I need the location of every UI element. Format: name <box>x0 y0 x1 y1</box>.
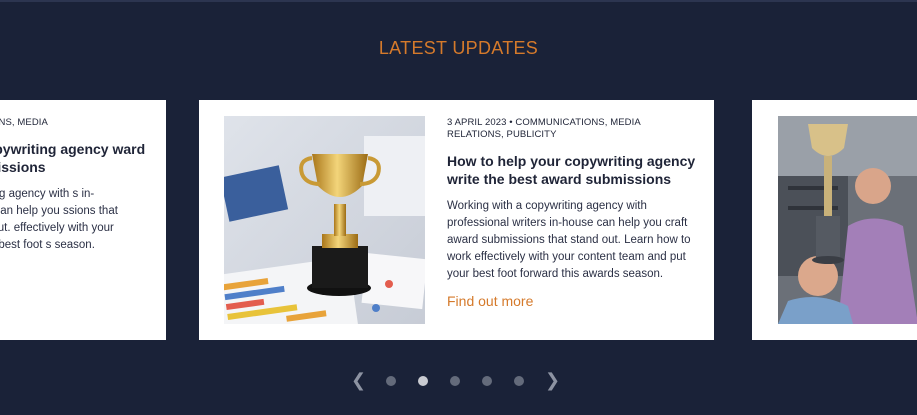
card-text: 3 APRIL 2023 • COMMUNICATIONS, MEDIA REL… <box>447 117 697 311</box>
card-image-celebration[interactable] <box>778 116 917 324</box>
card-image-trophy[interactable] <box>224 116 425 324</box>
carousel-dot-3[interactable] <box>450 376 460 386</box>
chevron-right-icon[interactable]: ❯ <box>545 372 560 390</box>
top-divider <box>0 0 917 2</box>
carousel-dot-4[interactable] <box>482 376 492 386</box>
card-headline[interactable]: How to help your copywriting agency writ… <box>447 152 697 188</box>
update-card-current: 3 APRIL 2023 • COMMUNICATIONS, MEDIA REL… <box>199 100 714 340</box>
team-celebrating-image <box>778 116 917 324</box>
update-card-next[interactable] <box>752 100 917 340</box>
card-headline[interactable]: ur copywriting agency ward submissions <box>0 140 166 176</box>
carousel-dot-1[interactable] <box>386 376 396 386</box>
carousel-dot-5[interactable] <box>514 376 524 386</box>
chevron-left-icon[interactable]: ❮ <box>351 372 366 390</box>
section-title: LATEST UPDATES <box>378 38 539 58</box>
carousel-dot-2-active[interactable] <box>418 376 428 386</box>
carousel-pager: ❮ ❯ <box>0 372 917 390</box>
card-text: NICATIONS, MEDIA ur copywriting agency w… <box>0 117 166 254</box>
trophy-on-desk-image <box>224 116 425 324</box>
card-excerpt: pywriting agency with s in-house can hel… <box>0 188 118 251</box>
card-meta: NICATIONS, MEDIA <box>0 117 48 128</box>
find-out-more-link[interactable]: Find out more <box>447 293 533 309</box>
card-excerpt: Working with a copywriting agency with p… <box>447 200 691 280</box>
card-meta: 3 APRIL 2023 • COMMUNICATIONS, MEDIA REL… <box>447 117 641 140</box>
update-card-previous[interactable]: NICATIONS, MEDIA ur copywriting agency w… <box>0 100 166 340</box>
